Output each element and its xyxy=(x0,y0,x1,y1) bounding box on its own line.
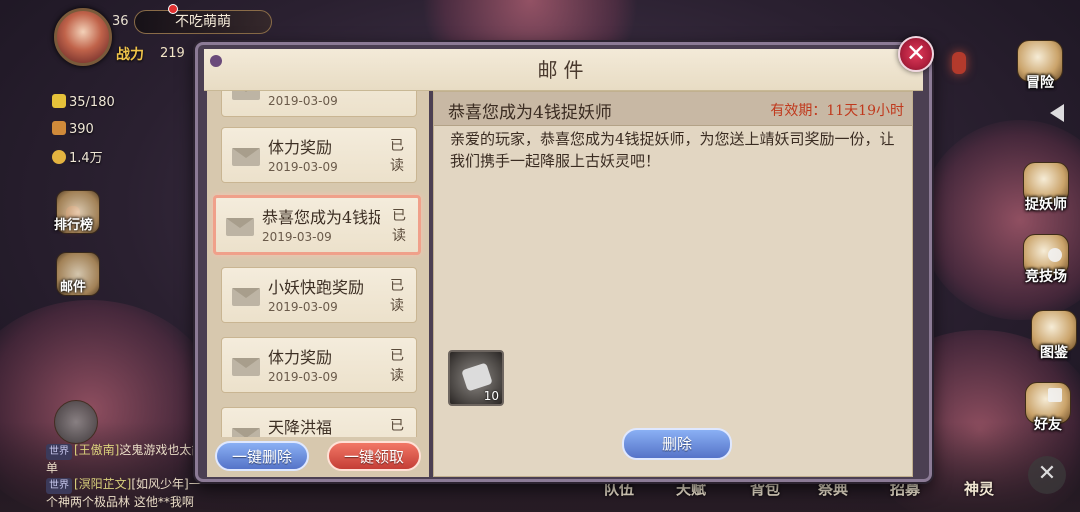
player-avatar[interactable] xyxy=(54,8,112,66)
bottom-menu-spirit[interactable]: 神灵 xyxy=(964,478,994,499)
mail-list-item[interactable]: 天降洪福 已 xyxy=(221,407,417,437)
mail-item-read-status: 已读 xyxy=(390,348,404,384)
chat-user: [溟阳芷文] xyxy=(74,477,132,491)
mail-list-item[interactable]: 2019-03-09 读 xyxy=(221,91,417,117)
player-level: 36 xyxy=(112,14,129,29)
attachment-count: 10 xyxy=(483,389,499,403)
delete-button[interactable]: 删除 xyxy=(622,428,732,460)
world-chat[interactable]: 世界 [王傲南]这鬼游戏也太简单 世界 [溟阳芷文][如风少年]一个神两个极品林 这… xyxy=(46,442,206,510)
stamina-resource: 35/180 xyxy=(52,94,115,110)
coin-icon xyxy=(52,150,66,164)
mail-item-read-status: 已读 xyxy=(392,208,406,244)
menu-demon-hunter-label: 捉妖师 xyxy=(1025,197,1067,213)
combat-power-value: 219 xyxy=(160,46,185,61)
mail-header: 邮件 xyxy=(204,49,923,91)
mail-detail: 恭喜您成为4钱捉妖师 有效期：11天19小时 亲爱的玩家，恭喜您成为4钱捉妖师，… xyxy=(433,91,913,477)
chat-channel-tag: 世界 xyxy=(46,444,72,460)
player-name: 不吃萌萌 xyxy=(134,10,272,34)
chat-message: 世界 [溟阳芷文][如风少年]一个神两个极品林 这他**我啊 xyxy=(46,476,206,510)
coin-value: 1.4万 xyxy=(69,151,103,166)
chat-toggle-icon[interactable] xyxy=(54,400,98,444)
lantern-decor xyxy=(952,52,966,74)
mail-item-title: 体力奖励 xyxy=(268,348,333,367)
floating-close-icon[interactable]: ✕ xyxy=(1028,456,1066,494)
back-nav-icon[interactable] xyxy=(1050,104,1064,122)
lightning-icon xyxy=(52,94,66,108)
notification-dot-icon xyxy=(168,4,178,14)
leaderboard-label: 排行榜 xyxy=(54,218,94,233)
claim-all-button[interactable]: 一键领取 xyxy=(327,441,421,471)
chat-user: [王傲南] xyxy=(74,443,120,457)
mail-title: 邮件 xyxy=(537,58,590,82)
mail-label: 邮件 xyxy=(60,280,87,295)
gem-value: 390 xyxy=(69,122,94,137)
mail-item-date: 2019-03-09 xyxy=(268,370,338,384)
mail-item-read-status: 已读 xyxy=(390,278,404,314)
menu-arena-label: 竞技场 xyxy=(1025,269,1067,285)
envelope-icon xyxy=(232,428,260,437)
mail-detail-body: 亲爱的玩家，恭喜您成为4钱捉妖师，为您送上靖妖司奖励一份，让我们携手一起降服上古… xyxy=(450,130,895,170)
pin-icon xyxy=(210,55,222,67)
cherry-blossom-decor xyxy=(920,120,1080,320)
mail-list[interactable]: 2019-03-09 读 体力奖励 2019-03-09 已读 恭喜您成为4钱捉… xyxy=(207,91,429,437)
mail-list-footer: 一键删除 一键领取 xyxy=(207,437,429,477)
mail-item-read-status: 已读 xyxy=(390,138,404,174)
menu-codex[interactable]: 图鉴 xyxy=(1024,310,1080,362)
mail-dialog: 邮件 2019-03-09 读 体力奖励 2019-03-09 已读 恭喜您成为… xyxy=(195,42,932,482)
attachment-item[interactable]: 10 xyxy=(448,350,504,406)
chat-channel-tag: 世界 xyxy=(46,478,72,494)
menu-codex-label: 图鉴 xyxy=(1040,345,1068,361)
combat-power-label: 战力 xyxy=(116,47,144,63)
mail-detail-header: 恭喜您成为4钱捉妖师 有效期：11天19小时 xyxy=(434,92,912,126)
mail-list-item-selected[interactable]: 恭喜您成为4钱捉妖师 2019-03-09 已读 xyxy=(213,195,421,255)
menu-adventure-label: 冒险 xyxy=(1026,75,1054,91)
mail-list-item[interactable]: 体力奖励 2019-03-09 已读 xyxy=(221,337,417,393)
coin-resource: 1.4万 xyxy=(52,147,103,166)
gem-icon xyxy=(52,121,66,135)
mail-list-item[interactable]: 小妖快跑奖励 2019-03-09 已读 xyxy=(221,267,417,323)
stamina-value: 35/180 xyxy=(69,95,115,110)
mail-item-date: 2019-03-09 xyxy=(268,300,338,314)
gem-resource: 390 xyxy=(52,121,94,137)
menu-friends-label: 好友 xyxy=(1034,417,1062,433)
mail-item-title: 小妖快跑奖励 xyxy=(268,278,365,297)
mail-item-date: 2019-03-09 xyxy=(268,160,338,174)
envelope-icon xyxy=(232,288,260,306)
mail-item-title: 恭喜您成为4钱捉妖师 xyxy=(262,208,380,227)
mail-list-item[interactable]: 体力奖励 2019-03-09 已读 xyxy=(221,127,417,183)
envelope-icon xyxy=(232,148,260,166)
menu-adventure[interactable]: 冒险 xyxy=(1010,40,1070,92)
menu-arena[interactable]: 竞技场 xyxy=(1016,234,1076,286)
chat-message: 世界 [王傲南]这鬼游戏也太简单 xyxy=(46,442,206,476)
mail-item-title: 体力奖励 xyxy=(268,138,333,157)
envelope-icon xyxy=(226,218,254,236)
mail-item-title: 天降洪福 xyxy=(268,418,333,437)
mail-item-date: 2019-03-09 xyxy=(262,230,332,244)
mail-item-date: 2019-03-09 xyxy=(268,94,338,108)
menu-demon-hunter[interactable]: 捉妖师 xyxy=(1016,162,1076,214)
mail-detail-title: 恭喜您成为4钱捉妖师 xyxy=(448,103,612,123)
scroll-icon xyxy=(461,362,493,392)
mail-expiry: 有效期：11天19小时 xyxy=(770,103,904,119)
close-icon[interactable]: ✕ xyxy=(898,36,934,72)
delete-all-button[interactable]: 一键删除 xyxy=(215,441,309,471)
recent-apps-icon[interactable] xyxy=(1048,388,1062,402)
envelope-icon xyxy=(232,91,260,100)
mail-item-read-status: 已 xyxy=(390,418,404,434)
envelope-icon xyxy=(232,358,260,376)
home-nav-icon[interactable] xyxy=(1048,248,1062,262)
